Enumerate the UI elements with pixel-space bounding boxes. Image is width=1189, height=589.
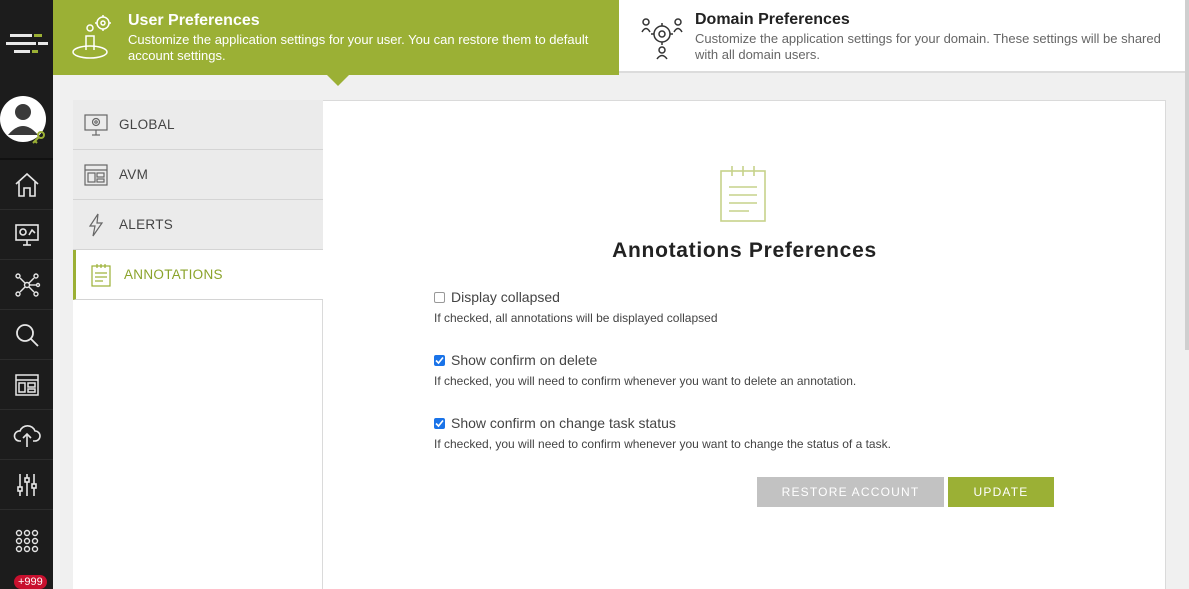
sliders-icon[interactable] [0,460,53,510]
sidebar-item-label: AVM [119,167,149,182]
active-tab-pointer [327,75,349,86]
option-label: Show confirm on delete [451,352,598,368]
page-title: Annotations Preferences [612,239,877,262]
user-avatar[interactable] [0,93,50,151]
home-icon[interactable] [0,160,53,210]
app-logo[interactable] [0,0,53,88]
layout-icon[interactable] [0,360,53,410]
user-preferences-description: Customize the application settings for y… [128,32,589,63]
option-confirm-task-status: Show confirm on change task status If ch… [434,414,891,451]
apps-grid-icon[interactable] [0,516,53,566]
confirm-delete-checkbox[interactable] [434,354,445,366]
notepad-icon [89,263,113,287]
user-gear-icon [72,14,112,60]
network-icon[interactable] [0,260,53,310]
domain-preferences-title: Domain Preferences [695,11,850,28]
annotations-notepad-icon [719,165,767,223]
option-label: Display collapsed [451,289,560,305]
sidebar-item-label: ANNOTATIONS [124,267,223,282]
sidebar-item-label: ALERTS [119,217,174,232]
confirm-task-status-checkbox[interactable] [434,417,445,429]
left-nav-rail: +999 [0,0,53,589]
option-help-text: If checked, you will need to confirm whe… [434,374,857,388]
option-label: Show confirm on change task status [451,415,676,431]
notification-badge[interactable]: +999 [14,575,47,589]
window-scrollbar[interactable] [1185,0,1189,350]
sidebar-item-alerts[interactable]: ALERTS [73,200,323,250]
update-button[interactable]: UPDATE [948,477,1054,507]
option-confirm-delete: Show confirm on delete If checked, you w… [434,351,856,388]
sidebar-item-annotations[interactable]: ANNOTATIONS [73,250,323,300]
tab-domain-preferences[interactable]: Domain Preferences Customize the applica… [619,0,1185,73]
checkmark-icon [435,419,444,427]
option-help-text: If checked, you will need to confirm whe… [434,437,891,451]
domain-users-gear-icon [639,14,685,60]
option-help-text: If checked, all annotations will be disp… [434,311,718,325]
display-collapsed-checkbox[interactable] [434,291,445,303]
sidebar-item-global[interactable]: GLOBAL [73,100,323,150]
preferences-sidebar: GLOBAL AVM ALERTS ANNOTATIONS [73,100,323,589]
sidebar-item-label: GLOBAL [119,117,175,132]
option-display-collapsed: Display collapsed If checked, all annota… [434,288,718,325]
tab-user-preferences[interactable]: User Preferences Customize the applicati… [53,0,619,86]
sidebar-item-avm[interactable]: AVM [73,150,323,200]
monitor-gear-icon [84,113,108,137]
lightning-icon [84,213,108,237]
user-preferences-title: User Preferences [128,12,260,29]
monitor-dashboard-icon[interactable] [0,210,53,260]
cloud-upload-icon[interactable] [0,410,53,460]
search-icon[interactable] [0,310,53,360]
restore-account-button[interactable]: RESTORE ACCOUNT [757,477,944,507]
checkmark-icon [435,356,444,364]
avm-layout-icon [84,163,108,187]
annotations-preferences-panel: Annotations Preferences Display collapse… [323,100,1166,589]
domain-preferences-description: Customize the application settings for y… [695,31,1161,62]
